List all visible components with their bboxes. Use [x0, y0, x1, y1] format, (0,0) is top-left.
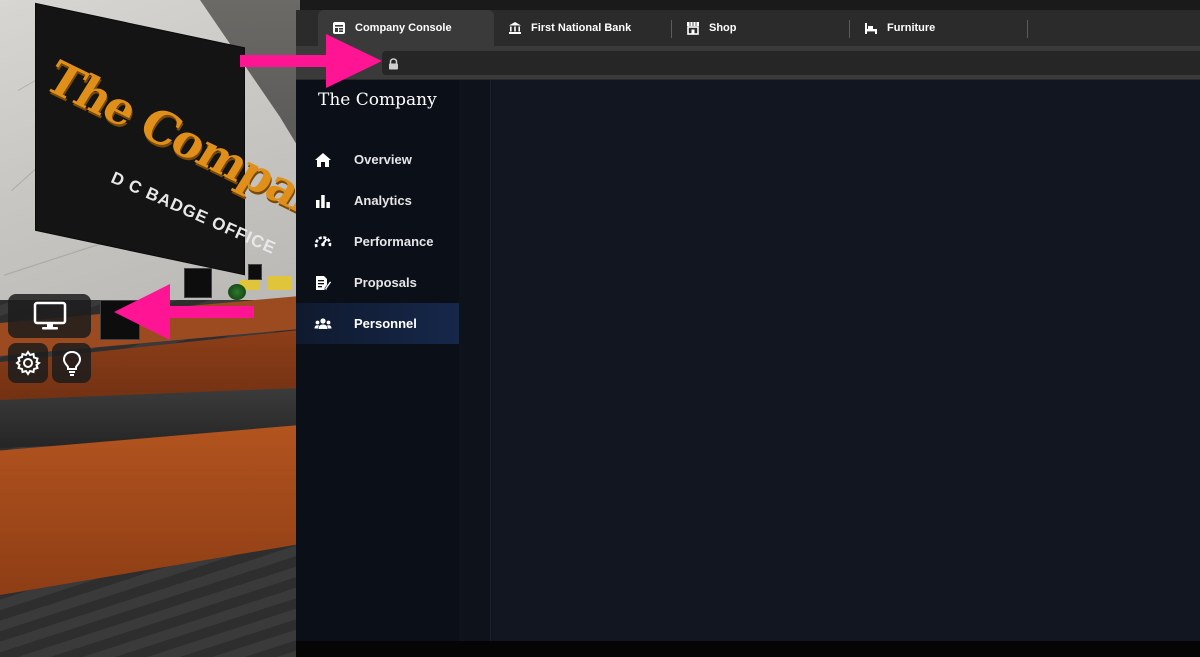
sidebar-item-label: Analytics: [354, 193, 412, 208]
sidebar-item-overview[interactable]: Overview: [296, 139, 459, 180]
desk-monitor: [248, 264, 262, 280]
home-icon: [314, 152, 332, 168]
tab-label: Shop: [709, 22, 737, 34]
sidebar-item-label: Performance: [354, 234, 434, 249]
annotation-arrow-left: [114, 284, 254, 340]
bottom-strip: [296, 641, 1200, 657]
panel-gutter: [459, 80, 491, 641]
hint-hud-button[interactable]: [52, 343, 91, 383]
sidebar: The Company Overview Analytics Performan…: [296, 80, 459, 641]
tab-first-national-bank[interactable]: First National Bank: [494, 10, 672, 46]
sidebar-item-personnel[interactable]: Personnel: [296, 303, 459, 344]
tab-shop[interactable]: Shop: [672, 10, 850, 46]
address-bar: [296, 46, 1200, 80]
desk-pad: [268, 276, 292, 290]
sidebar-item-performance[interactable]: Performance: [296, 221, 459, 262]
sidebar-item-label: Proposals: [354, 275, 417, 290]
sidebar-item-analytics[interactable]: Analytics: [296, 180, 459, 221]
speedometer-icon: [314, 234, 332, 250]
tab-bar: Company Console First National Bank Shop…: [296, 10, 1200, 46]
tab-label: Furniture: [887, 22, 936, 34]
sidebar-item-proposals[interactable]: Proposals: [296, 262, 459, 303]
bank-icon: [508, 21, 522, 35]
computer-hud-button[interactable]: [8, 294, 91, 338]
tab-separator: [1027, 20, 1028, 38]
sidebar-item-label: Personnel: [354, 316, 417, 331]
main-content-area: [492, 80, 1200, 641]
url-field[interactable]: [382, 51, 1200, 75]
gear-icon: [15, 350, 41, 376]
lightbulb-icon: [62, 350, 81, 376]
tab-furniture[interactable]: Furniture: [850, 10, 1028, 46]
company-console-app: The Company Overview Analytics Performan…: [296, 80, 1200, 641]
tab-label: First National Bank: [531, 22, 632, 34]
monitor-icon: [33, 301, 66, 330]
furniture-icon: [864, 21, 878, 35]
annotation-arrow-right: [240, 34, 382, 88]
shop-icon: [686, 21, 700, 35]
browser-window: Company Console First National Bank Shop…: [296, 10, 1200, 657]
bar-chart-icon: [314, 193, 332, 209]
document-edit-icon: [314, 275, 332, 291]
users-icon: [314, 316, 332, 332]
sidebar-item-label: Overview: [354, 152, 412, 167]
settings-hud-button[interactable]: [8, 343, 48, 383]
